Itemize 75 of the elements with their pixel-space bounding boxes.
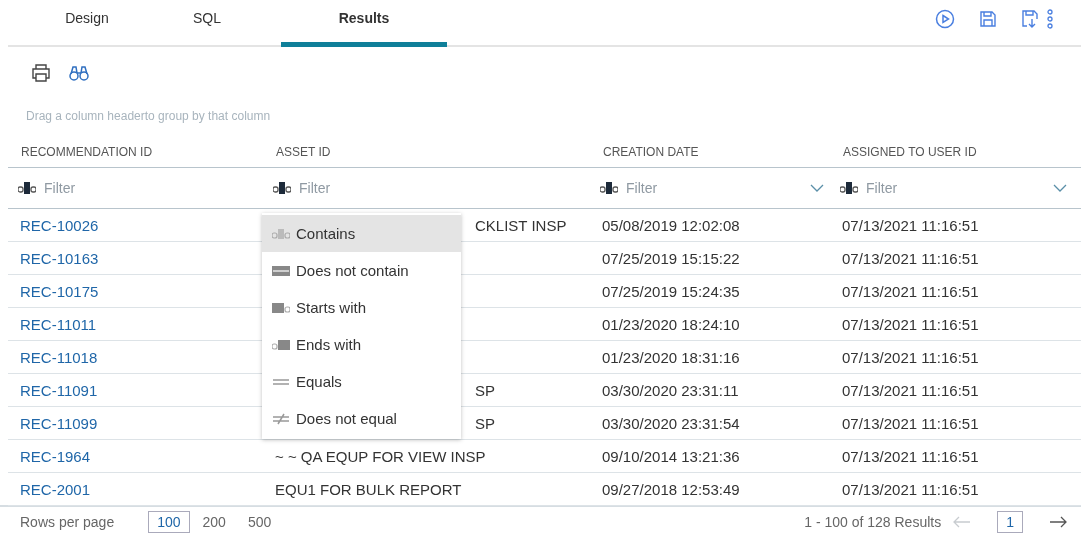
more-icon[interactable] xyxy=(1047,8,1053,29)
save-download-icon[interactable] xyxy=(1021,8,1041,29)
text-filter-icon[interactable] xyxy=(18,182,36,194)
text-filter-icon[interactable] xyxy=(273,182,291,194)
binoculars-icon[interactable] xyxy=(69,65,89,81)
starts-with-icon xyxy=(272,301,290,314)
recommendation-link[interactable]: REC-10175 xyxy=(20,282,99,300)
contains-icon xyxy=(272,227,290,240)
recommendation-link[interactable]: REC-11091 xyxy=(20,381,98,399)
table-cell: 09/10/2014 13:21:36 xyxy=(602,447,740,465)
table-cell: 07/13/2021 11:16:51 xyxy=(842,216,979,234)
results-count: 1 - 100 of 128 Results xyxy=(804,514,942,530)
filter-field[interactable]: Filter xyxy=(624,179,804,197)
table-cell: 03/30/2020 23:31:11 xyxy=(602,381,739,399)
table-cell: ~ ~ QA EQUP FOR VIEW INSP xyxy=(275,447,486,465)
table-cell: 07/13/2021 11:16:51 xyxy=(842,282,979,300)
page-size-option[interactable]: 100 xyxy=(148,511,190,533)
table-cell: 07/13/2021 11:16:51 xyxy=(842,249,979,267)
table-cell: 07/13/2021 11:16:51 xyxy=(842,414,979,432)
filter-field[interactable]: Filter xyxy=(864,179,1047,197)
page-button[interactable]: 1 xyxy=(997,511,1023,533)
table-cell: 07/25/2019 15:24:35 xyxy=(602,282,740,300)
recommendation-link[interactable]: REC-11018 xyxy=(20,348,98,366)
equals-icon xyxy=(272,377,290,386)
table-cell: 07/13/2021 11:16:51 xyxy=(842,348,979,366)
table-cell: SP xyxy=(475,414,495,432)
recommendation-link[interactable]: REC-11011 xyxy=(20,315,97,333)
filter-field[interactable]: Filter xyxy=(42,179,257,197)
page-size-option[interactable]: 500 xyxy=(238,511,281,533)
table-cell: SP xyxy=(475,381,495,399)
filter-option[interactable]: Starts with xyxy=(262,289,461,326)
recommendation-link[interactable]: REC-10163 xyxy=(20,249,99,267)
tab[interactable]: Design xyxy=(27,0,147,47)
filter-field[interactable]: Filter xyxy=(297,179,584,197)
table-cell: 05/08/2019 12:02:08 xyxy=(602,216,740,234)
column-header[interactable]: CREATION DATE xyxy=(603,145,699,159)
recommendation-link[interactable]: REC-11099 xyxy=(20,414,98,432)
text-filter-icon[interactable] xyxy=(600,182,618,194)
group-hint: Drag a column headerto group by that column xyxy=(26,109,271,123)
recommendation-link[interactable]: REC-10026 xyxy=(20,216,99,234)
recommendation-link[interactable]: REC-2001 xyxy=(20,480,91,498)
ends-with-icon xyxy=(272,338,290,351)
table-cell: 07/13/2021 11:16:51 xyxy=(842,447,979,465)
rows-per-page-label: Rows per page xyxy=(20,514,115,530)
column-header[interactable]: ASSIGNED TO USER ID xyxy=(843,145,977,159)
play-icon[interactable] xyxy=(935,8,955,29)
table-cell: 01/23/2020 18:24:10 xyxy=(602,315,740,333)
table-cell: CKLIST INSP xyxy=(475,216,567,234)
table-cell: 01/23/2020 18:31:16 xyxy=(602,348,740,366)
filter-option[interactable]: Contains xyxy=(262,215,461,252)
table-cell: 07/25/2019 15:15:22 xyxy=(602,249,740,267)
filter-option[interactable]: Does not contain xyxy=(262,252,461,289)
chevron-down-icon[interactable] xyxy=(810,184,824,192)
not-equal-icon xyxy=(272,412,290,425)
arrow-right-icon[interactable] xyxy=(1049,516,1067,528)
table-cell: 07/13/2021 11:16:51 xyxy=(842,381,979,399)
strikethrough-block-icon xyxy=(272,264,290,277)
chevron-down-icon[interactable] xyxy=(1053,184,1067,192)
column-header[interactable]: RECOMMENDATION ID xyxy=(21,145,153,159)
filter-option[interactable]: Does not equal xyxy=(262,400,461,437)
table-cell: 07/13/2021 11:16:51 xyxy=(842,315,979,333)
printer-icon[interactable] xyxy=(31,64,51,82)
filter-option[interactable]: Ends with xyxy=(262,326,461,363)
table-cell: 09/27/2018 12:53:49 xyxy=(602,480,740,498)
text-filter-icon[interactable] xyxy=(840,182,858,194)
table-cell: EQU1 FOR BULK REPORT xyxy=(275,480,462,498)
table-cell: 07/13/2021 11:16:51 xyxy=(842,480,979,498)
column-header[interactable]: ASSET ID xyxy=(276,145,331,159)
page-size-option[interactable]: 200 xyxy=(193,511,235,533)
save-icon[interactable] xyxy=(979,9,997,28)
tab[interactable]: Results xyxy=(281,0,447,47)
table-cell: 03/30/2020 23:31:54 xyxy=(602,414,740,432)
tab[interactable]: SQL xyxy=(147,0,267,47)
filter-option[interactable]: Equals xyxy=(262,363,461,400)
recommendation-link[interactable]: REC-1964 xyxy=(20,447,91,465)
